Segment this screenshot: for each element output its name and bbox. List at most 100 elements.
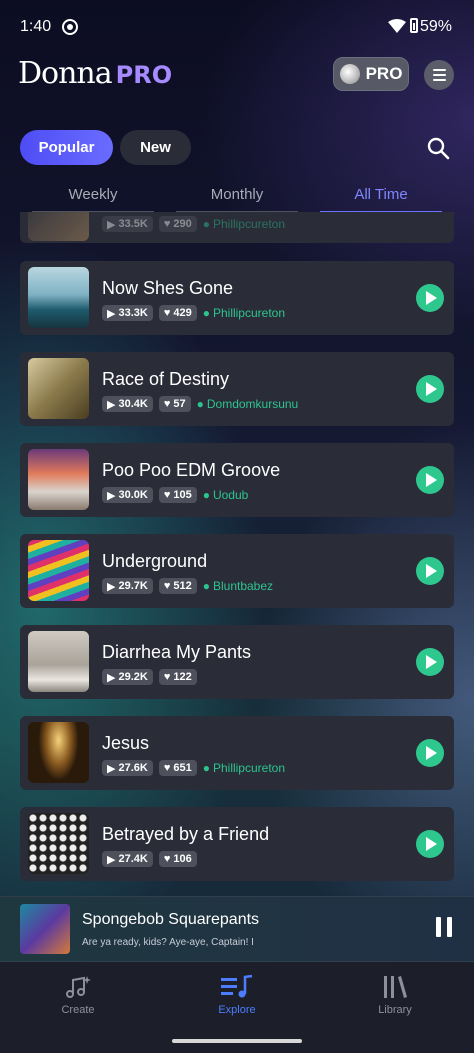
play-count-icon: ▶: [107, 489, 116, 502]
status-bar: 1:40 59%: [0, 0, 474, 54]
play-button[interactable]: [416, 648, 444, 676]
nav-create[interactable]: Create: [18, 974, 138, 1016]
now-playing-subtitle: Are ya ready, kids? Aye-aye, Captain! I: [82, 937, 254, 948]
author-link[interactable]: ● Phillipcureton: [203, 761, 285, 775]
song-title: Now Shes Gone: [102, 278, 234, 298]
user-icon: ●: [202, 488, 210, 502]
play-count-icon: ▶: [107, 762, 116, 775]
song-card-partial[interactable]: ▶ 33.5K ♥ 290 ● Phillipcureton: [20, 212, 454, 243]
song-artwork: [28, 813, 89, 874]
play-count-icon: ▶: [107, 398, 116, 411]
plays-chip: ▶ 27.4K: [102, 851, 153, 867]
music-list-icon: [221, 974, 253, 998]
tab-all-time[interactable]: All Time: [320, 186, 442, 213]
screen-record-icon: [62, 19, 78, 35]
song-artwork: [28, 358, 89, 419]
author-link[interactable]: ● Phillipcureton: [203, 306, 285, 320]
author-link[interactable]: ● Bluntbabez: [203, 579, 273, 593]
nav-library[interactable]: Library: [335, 974, 455, 1016]
likes-chip: ♥ 512: [158, 578, 197, 594]
plays-chip: ▶ 27.6K: [102, 760, 153, 776]
tab-weekly[interactable]: Weekly: [32, 186, 154, 213]
logo-text: Donna: [18, 56, 113, 91]
nav-explore[interactable]: Explore: [177, 974, 297, 1016]
battery-percent: 59%: [420, 18, 453, 35]
song-card[interactable]: Betrayed by a Friend ▶ 27.4K ♥ 106: [20, 807, 454, 881]
author-link[interactable]: ● Phillipcureton: [203, 217, 285, 231]
likes-chip: ♥ 290: [158, 216, 197, 232]
play-button[interactable]: [416, 830, 444, 858]
plays-chip: ▶ 30.4K: [102, 396, 153, 412]
tab-monthly[interactable]: Monthly: [176, 186, 298, 213]
pro-disc-icon: [339, 64, 360, 84]
music-sparkle-icon: [66, 976, 91, 998]
song-artwork: [28, 722, 89, 783]
song-card[interactable]: Underground ▶ 29.7K ♥ 512 ● Bluntbabez: [20, 534, 454, 608]
song-artwork: [28, 267, 89, 328]
play-button[interactable]: [416, 557, 444, 585]
song-title: Race of Destiny: [102, 369, 230, 389]
now-playing-artwork: [20, 904, 70, 954]
plays-chip: ▶ 33.3K: [102, 305, 153, 321]
plays-chip: ▶ 29.7K: [102, 578, 153, 594]
battery-icon: [410, 18, 418, 33]
library-icon: [384, 976, 407, 998]
now-playing-title: Spongebob Squarepants: [82, 911, 260, 928]
user-icon: ●: [202, 306, 210, 320]
wifi-icon: [388, 19, 406, 33]
plays-chip: ▶ 30.0K: [102, 487, 153, 503]
plays-chip: ▶ 33.5K: [102, 216, 153, 232]
play-count-icon: ▶: [107, 671, 116, 684]
heart-icon: ♥: [163, 853, 171, 865]
status-time: 1:40: [20, 18, 52, 35]
user-icon: ●: [196, 397, 204, 411]
search-icon[interactable]: [426, 136, 450, 160]
likes-chip: ♥ 57: [158, 396, 191, 412]
song-card[interactable]: Diarrhea My Pants ▶ 29.2K ♥ 122: [20, 625, 454, 699]
play-count-icon: ▶: [107, 580, 116, 593]
song-card[interactable]: Poo Poo EDM Groove ▶ 30.0K ♥ 105 ● Uodub: [20, 443, 454, 517]
song-card[interactable]: Jesus ▶ 27.6K ♥ 651 ● Phillipcureton: [20, 716, 454, 790]
hamburger-menu-icon[interactable]: [424, 60, 454, 90]
likes-chip: ♥ 651: [158, 760, 197, 776]
heart-icon: ♥: [163, 398, 171, 410]
filter-new-button[interactable]: New: [120, 130, 191, 165]
song-title: Diarrhea My Pants: [102, 642, 252, 662]
author-link[interactable]: ● Uodub: [203, 488, 249, 502]
song-artwork: [28, 631, 89, 692]
play-button[interactable]: [416, 284, 444, 312]
now-playing-bar[interactable]: Spongebob Squarepants Are ya ready, kids…: [0, 896, 474, 962]
app-logo: Donna PRO: [18, 56, 172, 91]
likes-chip: ♥ 106: [158, 851, 197, 867]
likes-chip: ♥ 105: [158, 487, 197, 503]
song-card[interactable]: Now Shes Gone ▶ 33.3K ♥ 429 ● Phillipcureto…: [20, 261, 454, 335]
pro-button-label: PRO: [365, 64, 403, 83]
logo-pro-text: PRO: [115, 61, 173, 89]
song-title: Poo Poo EDM Groove: [102, 460, 281, 480]
heart-icon: ♥: [163, 580, 171, 592]
play-button[interactable]: [416, 466, 444, 494]
song-artwork: [28, 212, 89, 241]
user-icon: ●: [202, 579, 210, 593]
heart-icon: ♥: [163, 489, 171, 501]
home-indicator: [172, 1039, 302, 1043]
likes-chip: ♥ 429: [158, 305, 197, 321]
heart-icon: ♥: [163, 671, 171, 683]
play-count-icon: ▶: [107, 853, 116, 866]
likes-chip: ♥ 122: [158, 669, 197, 685]
user-icon: ●: [202, 761, 210, 775]
play-button[interactable]: [416, 375, 444, 403]
play-count-icon: ▶: [107, 307, 116, 320]
play-button[interactable]: [416, 739, 444, 767]
pro-upgrade-button[interactable]: PRO: [333, 57, 409, 91]
song-artwork: [28, 540, 89, 601]
song-title: Jesus: [102, 733, 150, 753]
filter-popular-button[interactable]: Popular: [20, 130, 113, 165]
heart-icon: ♥: [163, 762, 171, 774]
pause-icon[interactable]: [436, 917, 452, 937]
song-title: Underground: [102, 551, 208, 571]
author-link[interactable]: ● Domdomkursunu: [197, 397, 299, 411]
song-card[interactable]: Race of Destiny ▶ 30.4K ♥ 57 ● Domdomkursun…: [20, 352, 454, 426]
heart-icon: ♥: [163, 307, 171, 319]
plays-chip: ▶ 29.2K: [102, 669, 153, 685]
